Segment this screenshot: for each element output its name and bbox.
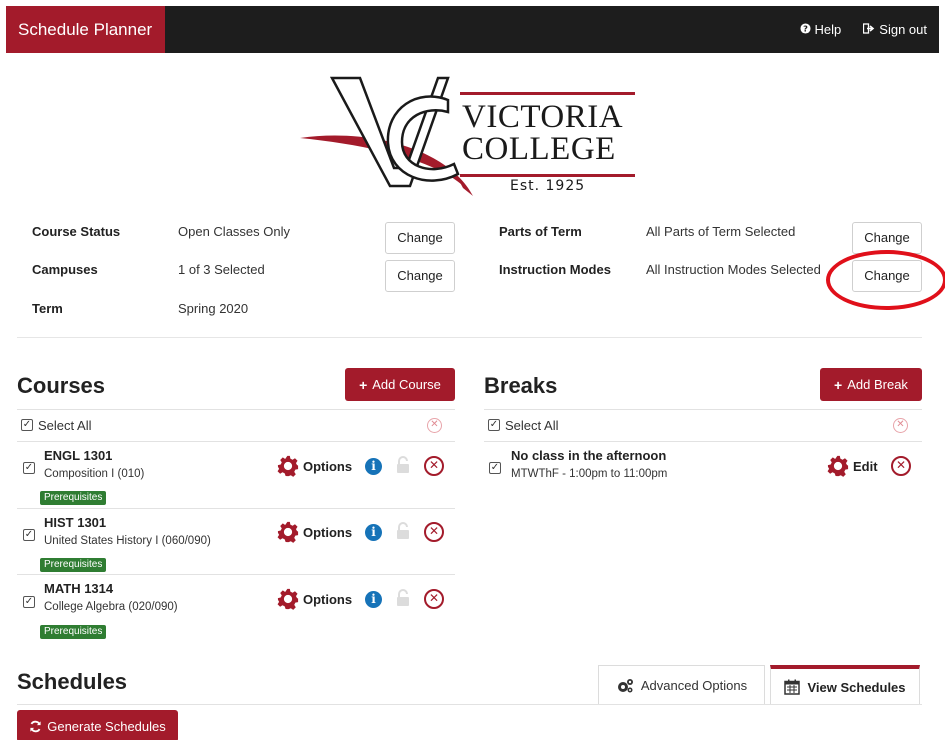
course-options-button[interactable]: Options bbox=[277, 521, 352, 543]
help-icon: ? bbox=[800, 23, 811, 37]
course-name: College Algebra (020/090) bbox=[44, 601, 178, 613]
plus-icon: + bbox=[359, 376, 368, 393]
parts-of-term-value: All Parts of Term Selected bbox=[646, 224, 796, 239]
highlight-annotation-circle bbox=[826, 250, 945, 310]
course-options-button[interactable]: Options bbox=[277, 455, 352, 477]
add-break-button[interactable]: + Add Break bbox=[820, 368, 922, 401]
tab-advanced-label: Advanced Options bbox=[640, 678, 748, 693]
tab-view-label: View Schedules bbox=[807, 679, 906, 695]
breaks-select-all-checkbox[interactable]: ✓ bbox=[488, 419, 500, 431]
prerequisites-badge[interactable]: Prerequisites bbox=[40, 491, 107, 505]
unlock-icon[interactable] bbox=[396, 522, 410, 540]
filters-divider bbox=[17, 337, 922, 338]
courses-rule-3 bbox=[17, 574, 455, 575]
tab-advanced-options[interactable]: Advanced Options bbox=[598, 665, 765, 705]
course-name: Composition I (010) bbox=[44, 468, 145, 480]
info-icon[interactable]: i bbox=[365, 591, 382, 608]
options-label: Options bbox=[303, 591, 353, 607]
breaks-select-all-label: Select All bbox=[505, 418, 559, 433]
gear-icon bbox=[827, 455, 849, 477]
unlock-icon[interactable] bbox=[396, 589, 410, 607]
options-label: Options bbox=[303, 458, 353, 474]
campuses-label: Campuses bbox=[32, 262, 98, 277]
term-label: Term bbox=[32, 301, 63, 316]
course-status-value: Open Classes Only bbox=[178, 224, 290, 239]
logo-line-college: COLLEGE bbox=[462, 131, 616, 167]
plus-icon: + bbox=[834, 376, 843, 393]
remove-course-icon[interactable]: ✕ bbox=[424, 522, 444, 542]
remove-course-icon[interactable]: ✕ bbox=[424, 456, 444, 476]
sign-out-link[interactable]: Sign out bbox=[863, 22, 927, 37]
logo-line-victoria: VICTORIA bbox=[462, 99, 624, 135]
courses-remove-all-icon[interactable]: ✕ bbox=[427, 418, 442, 433]
info-icon[interactable]: i bbox=[365, 524, 382, 541]
instruction-modes-value: All Instruction Modes Selected bbox=[646, 262, 821, 277]
break-detail: MTWThF - 1:00pm to 11:00pm bbox=[511, 468, 668, 480]
course-name: United States History I (060/090) bbox=[44, 535, 211, 547]
breaks-remove-all-icon[interactable]: ✕ bbox=[893, 418, 908, 433]
course-options-button[interactable]: Options bbox=[277, 588, 352, 610]
add-course-label: Add Course bbox=[372, 377, 441, 392]
help-label: Help bbox=[814, 22, 842, 37]
parts-of-term-label: Parts of Term bbox=[499, 224, 582, 239]
course-code: HIST 1301 bbox=[44, 515, 107, 530]
term-value: Spring 2020 bbox=[178, 301, 249, 316]
add-course-button[interactable]: + Add Course bbox=[345, 368, 455, 401]
break-title: No class in the afternoon bbox=[511, 448, 667, 463]
top-nav-links: ? Help Sign out bbox=[800, 6, 927, 53]
courses-heading: Courses bbox=[17, 373, 106, 398]
breaks-rule-1 bbox=[484, 441, 922, 442]
campuses-change-button[interactable]: Change bbox=[385, 260, 455, 292]
courses-rule-1 bbox=[17, 441, 455, 442]
break-checkbox[interactable]: ✓ bbox=[489, 462, 501, 474]
svg-text:?: ? bbox=[803, 23, 808, 33]
generate-schedules-button[interactable]: Generate Schedules bbox=[17, 710, 178, 740]
schedules-rule bbox=[17, 704, 922, 705]
course-status-label: Course Status bbox=[32, 224, 121, 239]
course-status-change-button[interactable]: Change bbox=[385, 222, 455, 254]
break-edit-button[interactable]: Edit bbox=[827, 455, 878, 477]
course-checkbox[interactable]: ✓ bbox=[23, 462, 35, 474]
sign-out-icon bbox=[863, 22, 875, 37]
app-title[interactable]: Schedule Planner bbox=[6, 6, 165, 53]
generate-schedules-label: Generate Schedules bbox=[47, 718, 166, 734]
refresh-icon bbox=[30, 720, 41, 732]
sign-out-label: Sign out bbox=[879, 22, 927, 37]
course-checkbox[interactable]: ✓ bbox=[23, 596, 35, 608]
courses-select-all-checkbox[interactable]: ✓ bbox=[21, 419, 33, 431]
prerequisites-badge[interactable]: Prerequisites bbox=[40, 558, 107, 572]
unlock-icon[interactable] bbox=[396, 456, 410, 474]
info-icon[interactable]: i bbox=[365, 458, 382, 475]
course-code: MATH 1314 bbox=[44, 581, 114, 596]
course-checkbox[interactable]: ✓ bbox=[23, 529, 35, 541]
edit-label: Edit bbox=[853, 458, 878, 474]
remove-break-icon[interactable]: ✕ bbox=[891, 456, 911, 476]
course-code: ENGL 1301 bbox=[44, 448, 113, 463]
gears-icon bbox=[617, 678, 633, 692]
campuses-value: 1 of 3 Selected bbox=[178, 262, 265, 277]
courses-top-rule bbox=[17, 409, 455, 410]
gear-icon bbox=[277, 588, 299, 610]
prerequisites-badge[interactable]: Prerequisites bbox=[40, 625, 107, 639]
add-break-label: Add Break bbox=[847, 377, 908, 392]
schedules-heading: Schedules bbox=[17, 669, 128, 694]
help-link[interactable]: ? Help bbox=[800, 22, 842, 37]
breaks-top-rule bbox=[484, 409, 922, 410]
gear-icon bbox=[277, 455, 299, 477]
gear-icon bbox=[277, 521, 299, 543]
top-navbar: Schedule Planner ? Help Sign out bbox=[6, 6, 939, 53]
calendar-icon bbox=[784, 679, 801, 695]
breaks-heading: Breaks bbox=[484, 373, 558, 398]
options-label: Options bbox=[303, 524, 353, 540]
instruction-modes-label: Instruction Modes bbox=[499, 262, 611, 277]
courses-select-all-label: Select All bbox=[38, 418, 92, 433]
remove-course-icon[interactable]: ✕ bbox=[424, 589, 444, 609]
logo-established: Est. 1925 bbox=[510, 178, 586, 194]
courses-rule-2 bbox=[17, 508, 455, 509]
tab-view-schedules[interactable]: View Schedules bbox=[770, 665, 920, 705]
